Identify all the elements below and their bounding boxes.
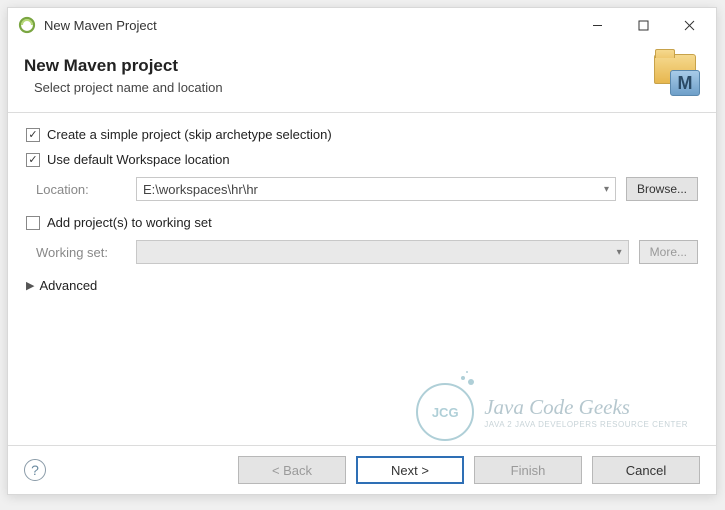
help-icon[interactable]: ?: [24, 459, 46, 481]
finish-button: Finish: [474, 456, 582, 484]
maven-wizard-icon: M: [648, 52, 700, 98]
browse-button[interactable]: Browse...: [626, 177, 698, 201]
working-set-checkbox-row: Add project(s) to working set: [26, 215, 698, 230]
chevron-down-icon: ▾: [617, 247, 622, 258]
page-subtitle: Select project name and location: [24, 80, 648, 95]
working-set-row: Working set: ▾ More...: [26, 240, 698, 264]
location-label: Location:: [36, 182, 126, 197]
watermark-subtitle: JAVA 2 JAVA DEVELOPERS RESOURCE CENTER: [484, 420, 688, 429]
simple-project-checkbox[interactable]: ✓: [26, 128, 40, 142]
default-workspace-label: Use default Workspace location: [47, 152, 230, 167]
header-text: New Maven project Select project name an…: [24, 56, 648, 95]
eclipse-icon: [18, 16, 36, 34]
window-title: New Maven Project: [44, 18, 574, 33]
cancel-button[interactable]: Cancel: [592, 456, 700, 484]
working-set-checkbox-label: Add project(s) to working set: [47, 215, 212, 230]
simple-project-label: Create a simple project (skip archetype …: [47, 127, 332, 142]
wizard-footer: ? < Back Next > Finish Cancel: [8, 446, 716, 494]
location-row: Location: E:\workspaces\hr\hr ▾ Browse..…: [26, 177, 698, 201]
next-button[interactable]: Next >: [356, 456, 464, 484]
close-button[interactable]: [666, 10, 712, 40]
location-value: E:\workspaces\hr\hr: [143, 182, 604, 197]
wizard-content: ✓ Create a simple project (skip archetyp…: [8, 113, 716, 445]
back-button: < Back: [238, 456, 346, 484]
watermark: JCG Java Code Geeks JAVA 2 JAVA DEVELOPE…: [416, 383, 688, 441]
expand-right-icon: ▶: [26, 279, 34, 292]
location-input[interactable]: E:\workspaces\hr\hr ▾: [136, 177, 616, 201]
page-title: New Maven project: [24, 56, 648, 76]
titlebar: New Maven Project: [8, 8, 716, 42]
minimize-button[interactable]: [574, 10, 620, 40]
simple-project-row: ✓ Create a simple project (skip archetyp…: [26, 127, 698, 142]
default-workspace-row: ✓ Use default Workspace location: [26, 152, 698, 167]
advanced-label: Advanced: [39, 278, 97, 293]
working-set-input: ▾: [136, 240, 629, 264]
watermark-title: Java Code Geeks: [484, 395, 688, 420]
more-button: More...: [639, 240, 698, 264]
working-set-checkbox[interactable]: [26, 216, 40, 230]
advanced-toggle[interactable]: ▶ Advanced: [26, 278, 698, 293]
jcg-badge-icon: JCG: [416, 383, 474, 441]
working-set-label: Working set:: [36, 245, 126, 260]
wizard-header: New Maven project Select project name an…: [8, 42, 716, 113]
chevron-down-icon: ▾: [604, 184, 609, 195]
maximize-button[interactable]: [620, 10, 666, 40]
default-workspace-checkbox[interactable]: ✓: [26, 153, 40, 167]
dialog-window: New Maven Project New Maven project Sele…: [7, 7, 717, 495]
